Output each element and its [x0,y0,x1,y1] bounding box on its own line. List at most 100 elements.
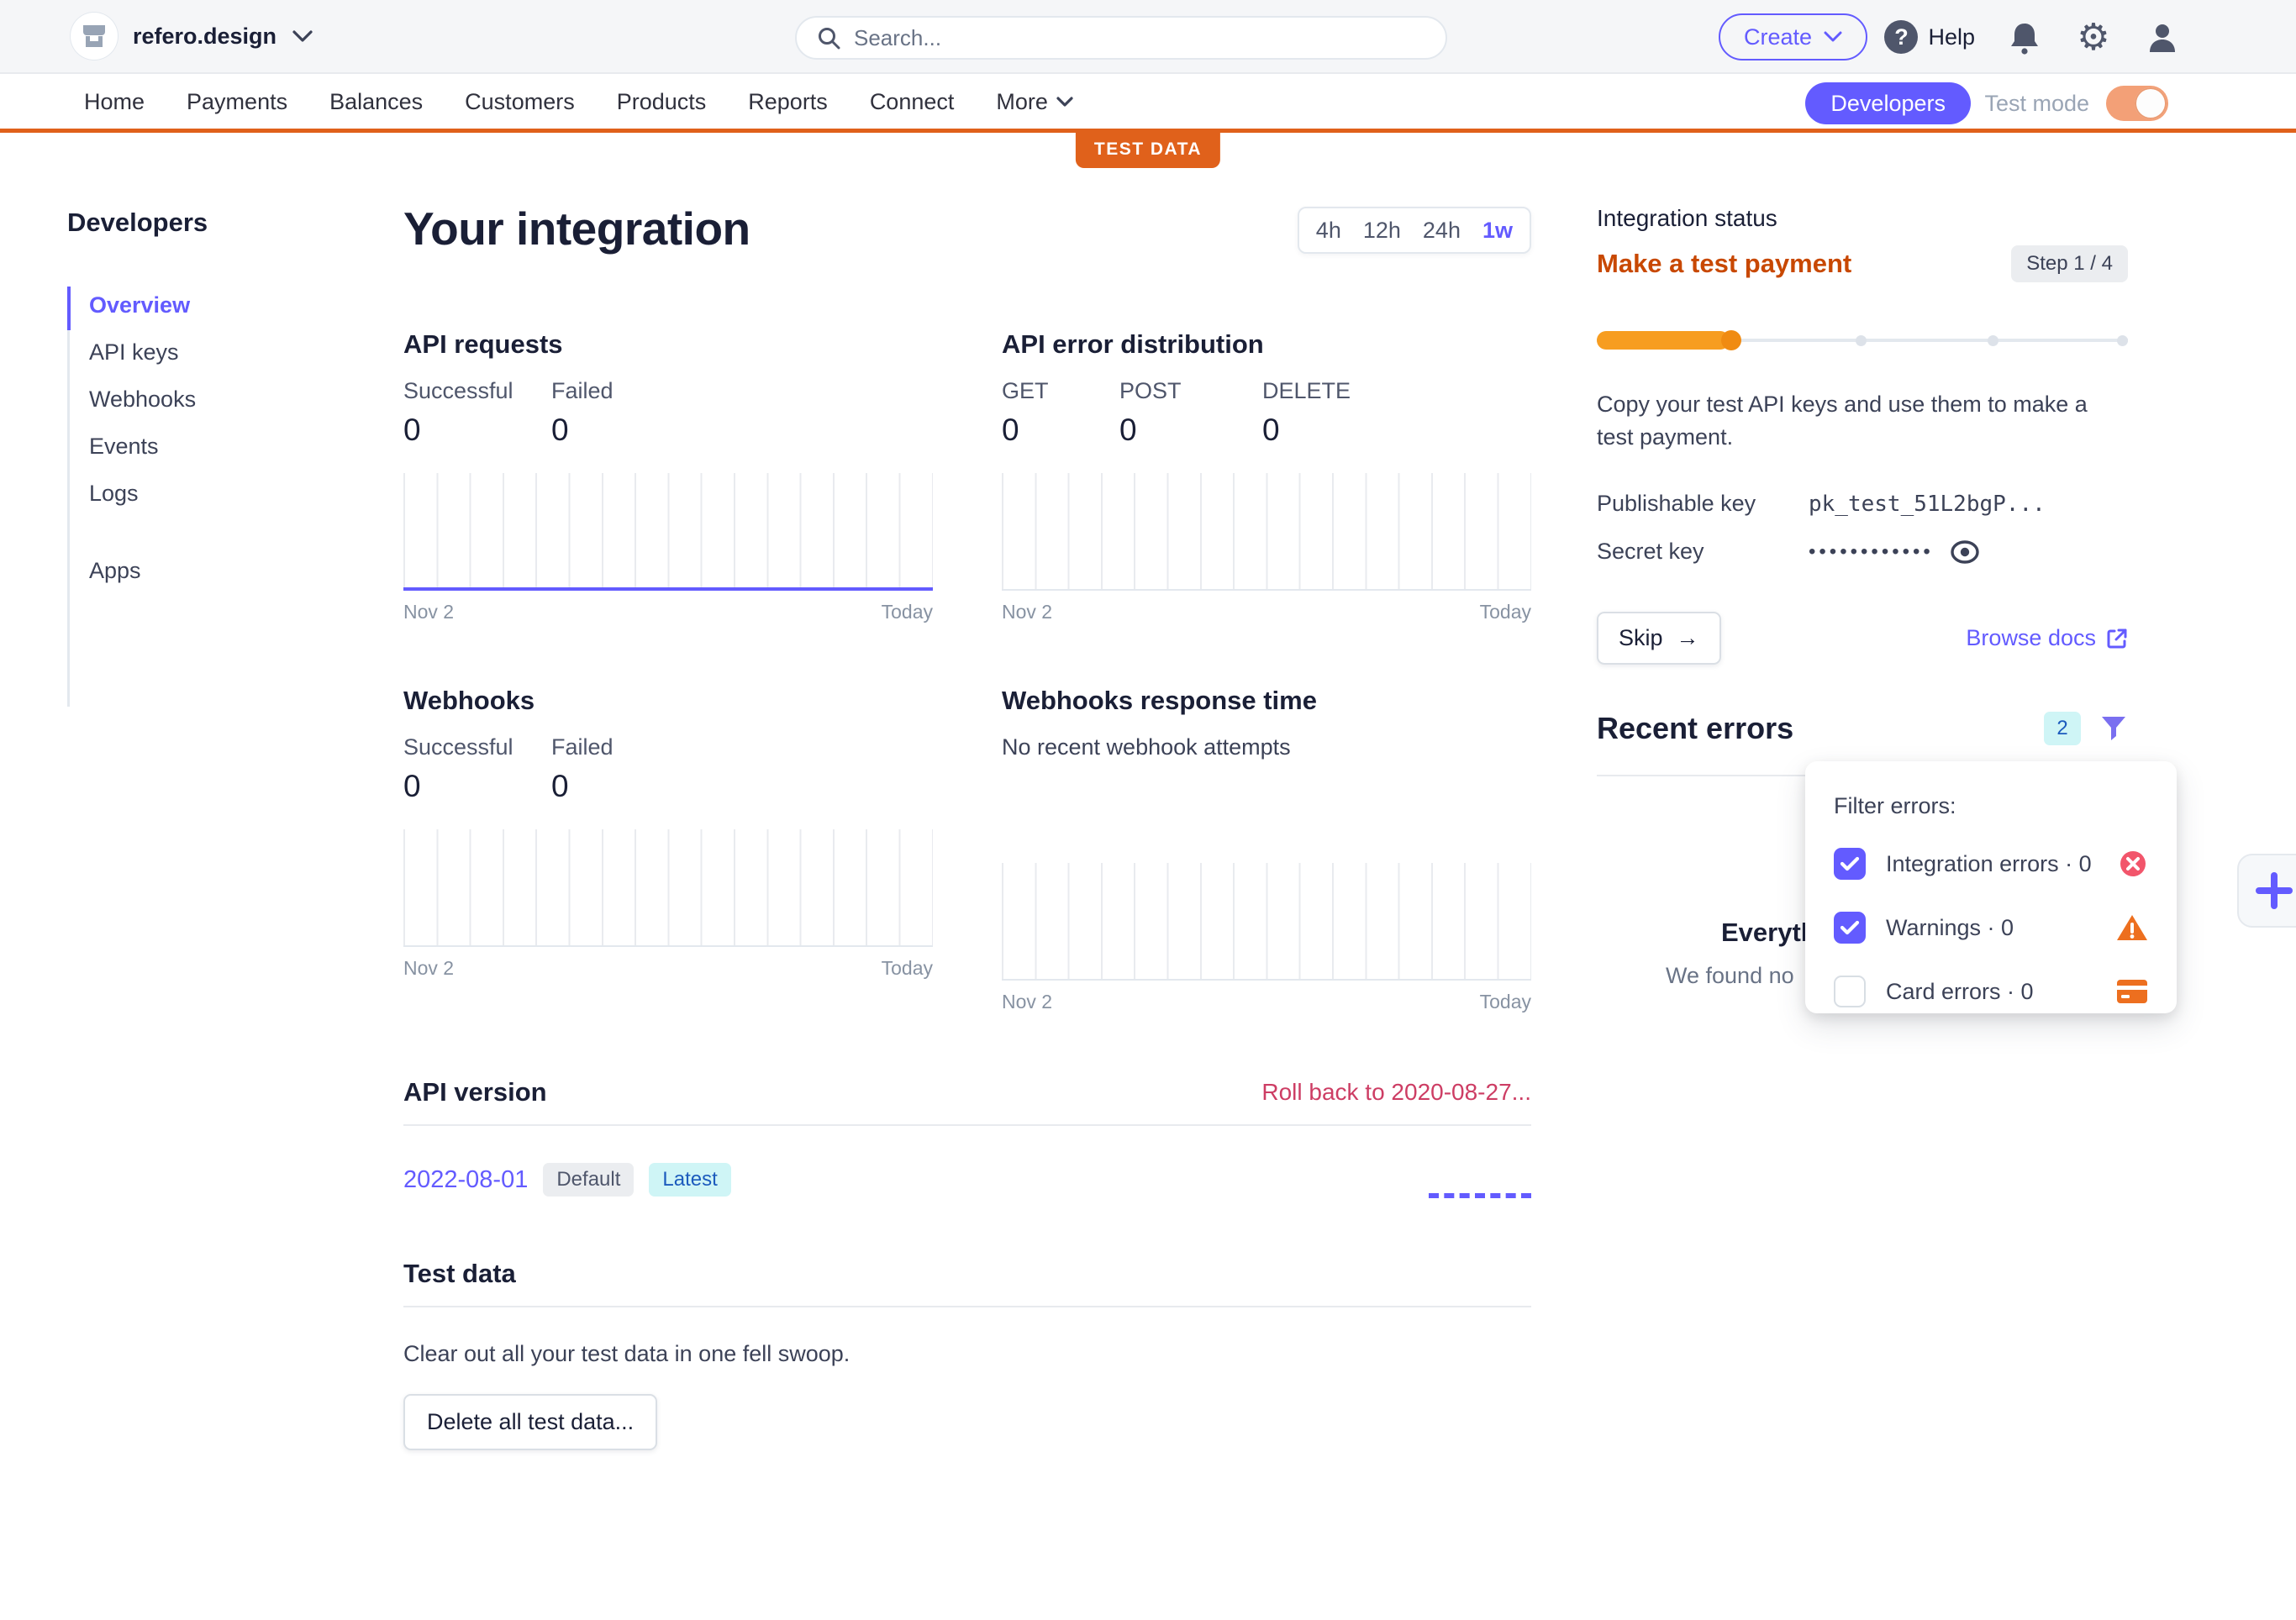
bell-icon [2009,21,2040,55]
account-switcher[interactable]: refero.design [71,13,313,60]
stat-value: 0 [551,413,699,448]
nav-item-products[interactable]: Products [617,89,707,115]
popover-title: Filter errors: [1834,793,2148,819]
stats-row: Successful 0 Failed 0 [403,378,933,448]
recent-errors-tools: 2 [2044,712,2128,745]
stat-value: 0 [551,769,699,804]
external-link-icon [2106,628,2128,650]
search-bar[interactable] [795,16,1447,60]
card-icon [2116,979,2148,1004]
nav-item-home[interactable]: Home [84,89,145,115]
sidebar-list: Overview API keys Webhooks Events Logs A… [67,281,353,594]
check-icon [1840,855,1860,872]
chart-baseline [403,945,933,947]
sidebar-item-webhooks[interactable]: Webhooks [67,376,353,423]
nav-items: Home Payments Balances Customers Product… [84,89,1073,115]
x-axis-start-label: Nov 2 [1002,991,1052,1013]
chart-title: Webhooks response time [1002,686,1531,716]
step-badge: Step 1 / 4 [2011,245,2128,282]
nav-item-customers[interactable]: Customers [465,89,575,115]
recent-errors-header: Recent errors 2 [1597,711,2128,746]
nav-item-reports[interactable]: Reports [748,89,828,115]
api-version-link[interactable]: 2022-08-01 [403,1166,528,1194]
secret-key-label: Secret key [1597,539,1809,565]
stat-label: Failed [551,378,699,404]
chart-title: Webhooks [403,686,933,716]
publishable-key-value[interactable]: pk_test_51L2bgP... [1809,492,2046,517]
skip-button[interactable]: Skip → [1597,612,1721,665]
filter-option-card-errors: Card errors · 0 [1834,972,2148,1011]
stat-label: DELETE [1262,378,1410,404]
search-input[interactable] [854,25,1425,51]
chart-series-line [403,587,933,591]
secret-key-masked: •••••••••••• [1809,539,1981,565]
time-filter-4h[interactable]: 4h [1316,218,1341,244]
stat-value: 0 [403,413,551,448]
notifications-button[interactable] [2005,18,2044,57]
rollback-link[interactable]: Roll back to 2020-08-27... [1261,1079,1531,1106]
checkbox-unchecked[interactable] [1834,976,1866,1007]
time-filter-1w[interactable]: 1w [1482,218,1513,244]
create-button[interactable]: Create [1719,13,1867,60]
add-button[interactable] [2237,854,2296,928]
stat-label: GET [1002,378,1119,404]
stat-failed: Failed 0 [551,378,699,448]
nav-item-connect[interactable]: Connect [870,89,955,115]
progress-knob [1721,330,1741,350]
stat-post: POST 0 [1119,378,1262,448]
stat-value: 0 [1262,413,1410,448]
x-axis-end-label: Today [882,957,933,980]
profile-button[interactable] [2143,18,2182,57]
filter-funnel-icon[interactable] [2099,714,2128,743]
integration-status-heading: Integration status [1597,205,2128,232]
eye-icon[interactable] [1949,539,1981,565]
progress-dot [2117,335,2128,346]
redacted-dashed-line [1429,1193,1531,1198]
api-version-header: API version Roll back to 2020-08-27... [403,1077,1531,1107]
developers-pill-button[interactable]: Developers [1805,82,1971,124]
time-filter-24h[interactable]: 24h [1423,218,1461,244]
sidebar-rail-active [67,287,71,330]
chart-x-axis: Nov 2 Today [1002,601,1531,623]
divider [403,1124,1531,1126]
test-data-title: Test data [403,1259,516,1289]
search-icon [817,26,840,50]
plus-icon [2256,872,2293,909]
account-name: refero.design [133,24,276,50]
integration-status-panel: Integration status Make a test payment S… [1597,205,2128,665]
x-axis-end-label: Today [882,601,933,623]
sidebar-item-api-keys[interactable]: API keys [67,329,353,376]
sidebar-item-overview[interactable]: Overview [67,281,353,329]
browse-docs-link[interactable]: Browse docs [1966,625,2128,651]
test-mode-control: Test mode [1984,86,2168,121]
sidebar-item-apps[interactable]: Apps [67,547,353,594]
stats-row: Successful 0 Failed 0 [403,734,933,804]
nav-item-payments[interactable]: Payments [187,89,287,115]
nav-item-more[interactable]: More [996,89,1073,115]
x-axis-end-label: Today [1480,991,1531,1013]
chart-empty-message: No recent webhook attempts [1002,734,1531,760]
checkbox-checked[interactable] [1834,848,1866,880]
stat-value: 0 [403,769,551,804]
stat-successful: Successful 0 [403,734,551,804]
integration-step-row: Make a test payment Step 1 / 4 [1597,245,2128,282]
checkbox-checked[interactable] [1834,912,1866,944]
gear-icon: ⚙ [2077,19,2109,56]
settings-button[interactable]: ⚙ [2074,18,2113,57]
chevron-down-icon [1824,31,1842,43]
sidebar-heading: Developers [67,208,353,238]
delete-test-data-button[interactable]: Delete all test data... [403,1394,657,1450]
test-mode-toggle[interactable] [2106,86,2168,121]
chart-webhooks-response-time: Webhooks response time No recent webhook… [1002,686,1531,1013]
chart-title: API requests [403,329,933,360]
chart-plot-area [403,829,933,947]
stat-label: Failed [551,734,699,760]
x-axis-start-label: Nov 2 [403,957,454,980]
nav-item-balances[interactable]: Balances [329,89,423,115]
time-filter-12h[interactable]: 12h [1363,218,1401,244]
toggle-knob [2135,87,2167,119]
sidebar-item-logs[interactable]: Logs [67,470,353,517]
browse-docs-label: Browse docs [1966,625,2096,651]
sidebar-item-events[interactable]: Events [67,423,353,470]
help-button[interactable]: ? Help [1884,20,1975,54]
